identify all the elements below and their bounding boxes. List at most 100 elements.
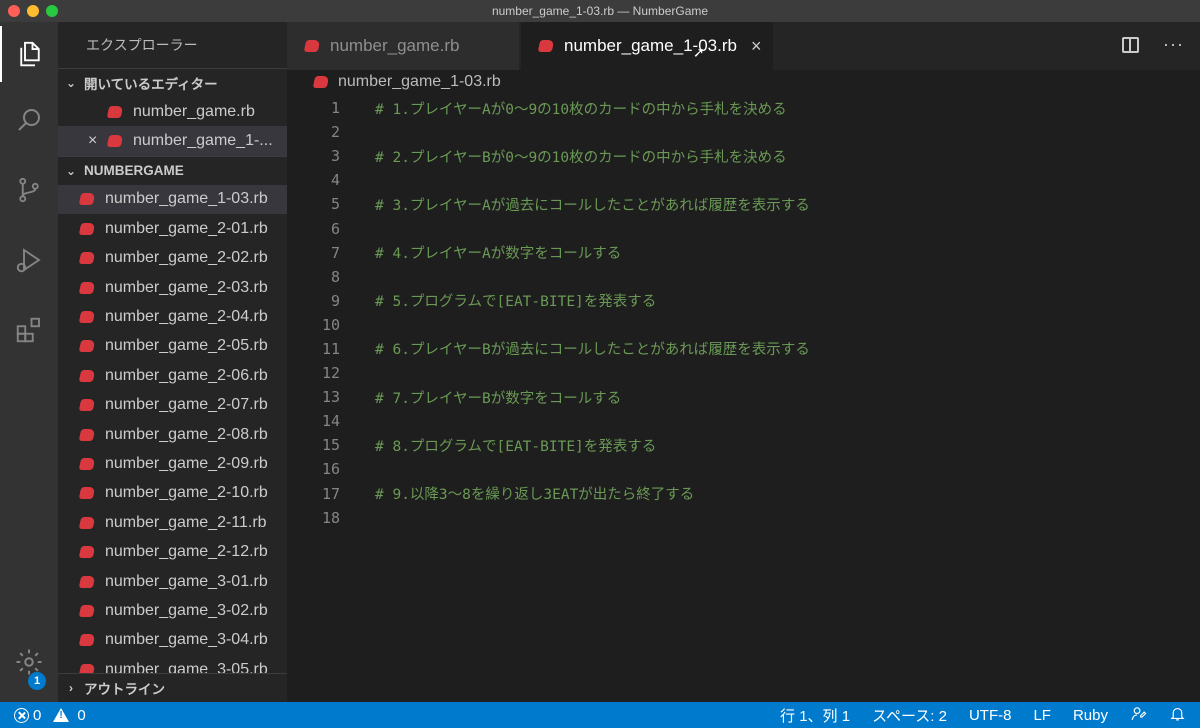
extensions-icon[interactable] <box>0 302 58 358</box>
code-comment: # 6.プレイヤーBが過去にコールしたことがあれば履歴を表示する <box>375 342 810 359</box>
code-line[interactable]: 11 # 6.プレイヤーBが過去にコールしたことがあれば履歴を表示する <box>287 337 1200 361</box>
file-label: number_game_3-04.rb <box>105 631 268 649</box>
ruby-file-icon <box>303 40 321 52</box>
tab-label: number_game_1-03.rb <box>564 36 737 55</box>
ruby-file-icon <box>78 369 96 382</box>
ruby-file-icon <box>78 340 96 353</box>
code-comment: # 1.プレイヤーAが0〜9の10枚のカードの中から手札を決める <box>375 101 787 118</box>
file-item[interactable]: number_game_2-07.rb <box>58 391 287 420</box>
language-mode[interactable]: Ruby <box>1073 707 1108 724</box>
search-icon[interactable] <box>0 92 58 148</box>
source-control-icon[interactable] <box>0 162 58 218</box>
indentation[interactable]: スペース: 2 <box>872 705 947 726</box>
open-editors-header[interactable]: ⌄ 開いているエディター <box>58 68 287 97</box>
code-line[interactable]: 8 <box>287 265 1200 289</box>
encoding[interactable]: UTF-8 <box>969 707 1012 724</box>
activity-bar: 1 <box>0 22 58 702</box>
cursor-position[interactable]: 行 1、列 1 <box>780 705 850 726</box>
project-folder-header[interactable]: ⌄ NUMBERGAME <box>58 155 287 185</box>
ruby-file-icon <box>78 311 96 324</box>
code-comment: # 8.プログラムで[EAT-BITE]を発表する <box>375 438 657 455</box>
tab-number-game-1-03[interactable]: number_game_1-03.rb × <box>521 22 773 70</box>
file-item[interactable]: number_game_2-01.rb <box>58 214 287 243</box>
code-line[interactable]: 15 # 8.プログラムで[EAT-BITE]を発表する <box>287 433 1200 457</box>
line-number: 2 <box>330 123 340 142</box>
code-line[interactable]: 6 <box>287 216 1200 240</box>
code-line[interactable]: 16 <box>287 457 1200 481</box>
code-line[interactable]: 14 <box>287 409 1200 433</box>
code-line[interactable]: 12 <box>287 361 1200 385</box>
feedback-icon[interactable] <box>1130 705 1147 726</box>
code-line[interactable]: 4 <box>287 168 1200 192</box>
file-item[interactable]: number_game_2-09.rb <box>58 449 287 478</box>
settings-gear-icon[interactable]: 1 <box>0 634 58 690</box>
code-line[interactable]: 10 <box>287 313 1200 337</box>
code-editor[interactable]: 1 # 1.プレイヤーAが0〜9の10枚のカードの中から手札を決める 2 3 # 2.プ… <box>287 96 1200 702</box>
file-item[interactable]: number_game_2-02.rb <box>58 244 287 273</box>
file-item[interactable]: number_game_3-02.rb <box>58 596 287 625</box>
file-label: number_game_2-11.rb <box>105 513 267 531</box>
open-editor-item[interactable]: number_game.rb <box>58 97 287 126</box>
file-item[interactable]: number_game_3-04.rb <box>58 626 287 655</box>
file-item[interactable]: number_game_2-05.rb <box>58 332 287 361</box>
status-bar: 0 0 行 1、列 1 スペース: 2 UTF-8 LF Ruby <box>0 702 1200 728</box>
line-number: 12 <box>321 364 340 383</box>
window-controls <box>8 5 58 17</box>
ruby-file-icon <box>78 546 96 559</box>
settings-badge: 1 <box>28 672 46 690</box>
line-number: 17 <box>321 484 340 503</box>
code-line[interactable]: 5 # 3.プレイヤーAが過去にコールしたことがあれば履歴を表示する <box>287 192 1200 216</box>
code-line[interactable]: 1 # 1.プレイヤーAが0〜9の10枚のカードの中から手札を決める <box>287 96 1200 120</box>
file-label: number_game_2-01.rb <box>105 219 268 237</box>
file-item[interactable]: number_game_1-03.rb <box>58 184 287 215</box>
file-item[interactable]: number_game_2-11.rb <box>58 508 287 537</box>
close-editor-icon[interactable]: × <box>88 132 97 150</box>
more-actions-icon[interactable]: ··· <box>1163 34 1184 55</box>
code-line[interactable]: 13 # 7.プレイヤーBが数字をコールする <box>287 385 1200 409</box>
file-item[interactable]: number_game_2-08.rb <box>58 420 287 449</box>
line-number: 10 <box>321 315 340 334</box>
file-item[interactable]: number_game_2-06.rb <box>58 361 287 390</box>
code-line[interactable]: 17 # 9.以降3〜8を繰り返し3EATが出たら終了する <box>287 482 1200 506</box>
close-tab-icon[interactable]: × <box>751 36 762 57</box>
file-label: number_game_2-07.rb <box>105 396 268 414</box>
code-comment: # 7.プレイヤーBが数字をコールする <box>375 390 622 407</box>
file-item[interactable]: number_game_2-10.rb <box>58 479 287 508</box>
open-editor-label: number_game.rb <box>133 102 255 120</box>
code-line[interactable]: 2 <box>287 120 1200 144</box>
problems-indicator[interactable]: 0 0 <box>0 707 86 724</box>
file-item[interactable]: number_game_3-01.rb <box>58 567 287 596</box>
minimize-window-button[interactable] <box>27 5 39 17</box>
breadcrumb-file: number_game_1-03.rb <box>338 73 501 90</box>
breadcrumb[interactable]: number_game_1-03.rb <box>287 70 1200 94</box>
code-comment: # 3.プレイヤーAが過去にコールしたことがあれば履歴を表示する <box>375 197 810 214</box>
end-of-line[interactable]: LF <box>1033 707 1051 724</box>
maximize-window-button[interactable] <box>46 5 58 17</box>
close-window-button[interactable] <box>8 5 20 17</box>
code-comment: # 2.プレイヤーBが0〜9の10枚のカードの中から手札を決める <box>375 149 787 166</box>
tab-number-game[interactable]: number_game.rb <box>287 22 519 70</box>
code-line[interactable]: 18 <box>287 506 1200 530</box>
project-folder-label: NUMBERGAME <box>84 163 184 179</box>
code-comment: # 5.プログラムで[EAT-BITE]を発表する <box>375 294 657 311</box>
explorer-icon[interactable] <box>0 26 58 82</box>
editor-actions: ··· <box>1122 34 1184 55</box>
ruby-file-icon <box>312 76 330 88</box>
code-line[interactable]: 7 # 4.プレイヤーAが数字をコールする <box>287 241 1200 265</box>
outline-label: アウトライン <box>84 682 165 697</box>
line-number: 18 <box>321 508 340 527</box>
ruby-file-icon <box>106 105 124 118</box>
code-line[interactable]: 3 # 2.プレイヤーBが0〜9の10枚のカードの中から手札を決める <box>287 144 1200 168</box>
line-number: 9 <box>330 291 340 310</box>
split-editor-icon[interactable] <box>1122 36 1140 53</box>
run-debug-icon[interactable] <box>0 232 58 288</box>
open-editor-item-active[interactable]: × number_game_1-... <box>58 126 287 156</box>
file-label: number_game_2-03.rb <box>105 278 268 296</box>
notifications-bell-icon[interactable] <box>1169 705 1186 726</box>
code-line[interactable]: 9 # 5.プログラムで[EAT-BITE]を発表する <box>287 289 1200 313</box>
file-item[interactable]: number_game_2-03.rb <box>58 273 287 302</box>
outline-section-header[interactable]: › アウトライン <box>58 673 287 702</box>
file-item[interactable]: number_game_2-04.rb <box>58 302 287 331</box>
file-label: number_game_2-05.rb <box>105 337 268 355</box>
file-item[interactable]: number_game_2-12.rb <box>58 537 287 566</box>
